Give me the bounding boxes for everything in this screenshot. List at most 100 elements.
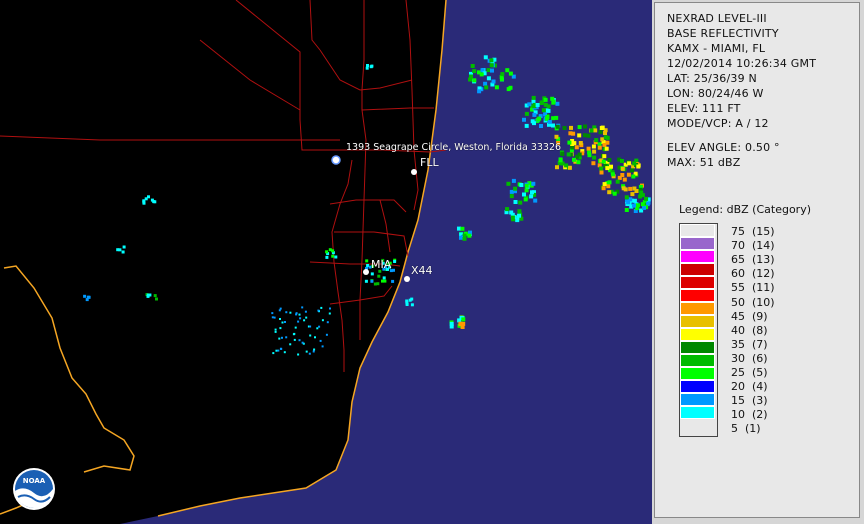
echo-pixel [578,141,583,145]
echo-pixel [632,161,637,166]
legend-swatch [680,224,715,237]
mia-marker[interactable] [363,269,369,275]
echo-pixel [295,313,298,316]
legend-swatch [680,263,715,276]
echo-pixel [303,319,306,322]
echo-pixel [543,102,548,107]
echo-pixel [365,66,369,70]
echo-pixel [539,101,544,105]
echo-pixel [494,85,499,90]
echo-pixel [283,351,286,354]
echo-pixel [271,316,274,319]
echo-pixel [505,207,510,212]
echo-pixel [153,294,157,298]
station-longitude: LON: 80/24/46 W [667,87,764,100]
echo-pixel [366,64,369,67]
echo-pixel [524,111,529,116]
echo-pixel [624,195,629,200]
echo-pixel [308,352,311,355]
echo-pixel [630,168,635,173]
echo-pixel [484,85,489,90]
echo-pixel [515,218,520,223]
echo-pixel [313,348,316,351]
echo-pixel [586,133,591,138]
echo-pixel [622,177,627,182]
legend-label: 55 (11) [731,281,775,295]
scan-datetime: 12/02/2014 10:26:34 GMT [667,57,817,70]
echo-pixel [490,68,494,73]
legend-label: 10 (2) [731,408,768,422]
fll-marker[interactable] [411,169,417,175]
echo-pixel [285,336,288,339]
echo-pixel [331,249,335,253]
echo-pixel [314,336,316,339]
echo-pixel [599,126,604,130]
legend-label: 5 (1) [731,422,761,436]
echo-pixel [606,184,611,189]
echo-pixel [636,164,641,169]
x44-marker[interactable] [404,276,410,282]
product-name: NEXRAD LEVEL-III [667,12,767,25]
echo-pixel [284,321,286,323]
echo-pixel [506,87,511,92]
echo-pixel [298,313,301,316]
echo-pixel [289,311,292,314]
legend-label: 50 (10) [731,295,775,309]
echo-pixel [334,255,338,259]
echo-pixel [83,294,87,298]
address-marker[interactable] [331,155,341,165]
echo-pixel [522,192,526,197]
legend-label: 20 (4) [731,380,768,394]
legend-swatch [680,341,715,354]
echo-pixel [543,97,548,102]
echo-pixel [285,311,288,314]
echo-pixel [567,165,572,170]
echo-pixel [321,319,324,322]
echo-pixel [609,164,613,169]
echo-pixel [591,161,596,166]
echo-pixel [589,128,594,133]
echo-pixel [370,279,374,283]
echo-pixel [551,99,556,104]
echo-pixel [634,189,639,193]
echo-pixel [523,197,528,202]
echo-pixel [601,159,606,164]
echo-pixel [377,274,381,278]
echo-pixel [547,119,552,124]
legend-swatch [680,367,715,380]
echo-pixel [592,155,597,160]
legend-label: 30 (6) [731,351,768,365]
legend-swatch [680,302,715,315]
echo-pixel [555,165,559,170]
echo-pixel [513,186,518,191]
echo-pixel [275,349,278,352]
legend-swatch [680,250,715,263]
echo-pixel [598,130,603,135]
echo-pixel [292,333,295,336]
station-latitude: LAT: 25/36/39 N [667,72,757,85]
echo-pixel [569,125,573,130]
echo-pixel [546,108,551,113]
echo-pixel [472,69,477,74]
echo-pixel [279,327,282,330]
mode-vcp: MODE/VCP: A / 12 [667,117,769,130]
echo-pixel [603,135,608,140]
echo-pixel [121,250,125,254]
echo-pixel [554,134,559,139]
echo-pixel [524,183,529,188]
echo-pixel [599,166,604,171]
echo-pixel [279,347,282,350]
echo-pixel [513,200,518,204]
echo-pixel [369,65,373,69]
echo-pixel [499,77,504,82]
legend-swatch [680,276,715,289]
legend-title: Legend: dBZ (Category) [679,203,811,216]
echo-pixel [632,198,637,203]
legend-label: 25 (5) [731,366,768,379]
radar-map[interactable]: 1393 Seagrape Circle, Weston, Florida 33… [0,0,652,524]
place-label-x44: X44 [411,264,433,277]
echo-pixel [393,260,397,263]
echo-pixel [555,101,560,106]
echo-pixel [273,316,276,319]
echo-pixel [274,330,277,333]
